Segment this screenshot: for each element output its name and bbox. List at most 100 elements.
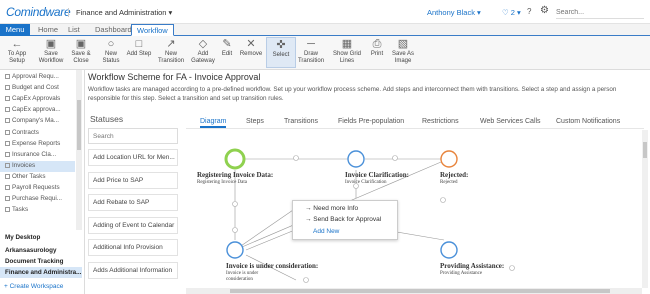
ribbon-button-label: Draw Transition [297, 51, 325, 64]
checkbox-icon[interactable] [5, 196, 10, 202]
diagram-tab-restrictions[interactable]: Restrictions [422, 115, 459, 128]
ribbon-icon: ← [11, 38, 23, 50]
sidebar-item[interactable]: Budget and Cost [0, 83, 75, 94]
user-menu[interactable]: Anthony Black ▾ [427, 8, 481, 17]
popup-add-new-link[interactable]: Add New [313, 228, 339, 235]
ribbon-button-show-grid-lines[interactable]: ▦ Show Grid Lines [332, 37, 362, 64]
gear-icon[interactable]: ⚙ [540, 5, 549, 16]
checkbox-icon[interactable] [5, 151, 10, 157]
tab-workflow[interactable]: Workflow [131, 24, 174, 36]
sidebar-item[interactable]: Insurance Cla... [0, 150, 75, 161]
sidebar-item-label: Expense Reports [12, 139, 61, 147]
ribbon-button-label: Print [370, 51, 384, 57]
diagram-tabs-divider [186, 128, 644, 129]
sidebar-item[interactable]: Contracts [0, 128, 75, 139]
diagram-tab-custom-notifications[interactable]: Custom Notifications [556, 115, 620, 128]
ribbon-icon: ▧ [397, 38, 409, 50]
status-list-item[interactable]: Additional Info Provision [88, 239, 178, 256]
notifications-button[interactable]: ♡ 2 ▾ [502, 8, 521, 17]
checkbox-icon[interactable] [5, 118, 10, 124]
checkbox-icon[interactable] [5, 107, 10, 113]
sidebar-item[interactable]: Expense Reports [0, 139, 75, 150]
workflow-node-start[interactable] [224, 148, 246, 170]
ribbon-button-draw-transition[interactable]: ─ Draw Transition [296, 37, 326, 64]
sidebar-item[interactable]: Company's Ma... [0, 116, 75, 127]
popup-item-send-back[interactable]: → Send Back for Approval [305, 216, 381, 223]
diagram-tab-transitions[interactable]: Transitions [284, 115, 318, 128]
tab-dashboard[interactable]: Dashboard [90, 24, 137, 36]
workflow-node[interactable] [226, 241, 244, 259]
ribbon-button-label: Show Grid Lines [332, 51, 361, 64]
help-icon[interactable]: ? [527, 7, 531, 16]
tab-list[interactable]: List [63, 24, 85, 36]
ribbon-icon: ✜ [276, 39, 286, 51]
popup-item-need-more-info[interactable]: → Need more Info [305, 205, 358, 212]
diagram-tab-steps[interactable]: Steps [246, 115, 264, 128]
tab-menu[interactable]: Menu [0, 24, 30, 36]
workspace-item[interactable]: Document Tracking [0, 256, 82, 267]
checkbox-icon[interactable] [5, 129, 10, 135]
checkbox-icon[interactable] [5, 85, 10, 91]
ribbon-button-new-status[interactable]: ○ New Status [96, 37, 126, 64]
sidebar-item[interactable]: Invoices [0, 160, 75, 172]
ribbon-button-new-transition[interactable]: ↗ New Transition [156, 37, 186, 64]
sidebar-item[interactable]: Payroll Requests [0, 183, 75, 194]
ribbon-icon: □ [135, 38, 143, 50]
workspace-title-dropdown[interactable]: Finance and Administration ▾ [68, 8, 172, 17]
ribbon-icon: ○ [107, 38, 115, 50]
node-sublabel: Rejected [440, 180, 458, 185]
sidebar-item[interactable]: CapEx approva... [0, 105, 75, 116]
sidebar-item-label: Budget and Cost [12, 84, 59, 92]
status-list-item[interactable]: Add Location URL for Men... [88, 149, 178, 166]
ribbon-button-remove[interactable]: ✕ Remove [236, 37, 266, 58]
ribbon-button-to-app-setup[interactable]: ← To App Setup [2, 37, 32, 64]
ribbon-button-select[interactable]: ✜ Select [266, 37, 296, 68]
statuses-title: Statuses [90, 114, 124, 124]
checkbox-icon[interactable] [5, 173, 10, 179]
status-list-item[interactable]: Add Rebate to SAP [88, 194, 178, 211]
sidebar-scroll-thumb[interactable] [77, 100, 81, 150]
workspace-item[interactable]: My Desktop [0, 232, 82, 243]
checkbox-icon[interactable] [5, 74, 10, 79]
sidebar-item[interactable]: CapEx Approvals [0, 94, 75, 105]
sidebar-scrollbar[interactable] [76, 70, 82, 230]
sidebar-item[interactable]: Purchase Requi... [0, 194, 75, 205]
node-sublabel: Invoice is under [226, 271, 259, 276]
status-list-item[interactable]: Add Price to SAP [88, 171, 178, 189]
diagram-tab-fields-pre-population[interactable]: Fields Pre-population [338, 115, 404, 128]
app-logo[interactable]: Comindware [6, 5, 71, 19]
ribbon-button-save-as-image[interactable]: ▧ Save As Image [388, 37, 418, 64]
ribbon-button-label: Save As Image [391, 51, 414, 64]
transition-popup-menu: → Need more Info → Send Back for Approva… [292, 200, 398, 240]
checkbox-icon[interactable] [5, 140, 10, 146]
create-workspace-link[interactable]: + Create Workspace [4, 283, 63, 290]
diagram-tab-diagram[interactable]: Diagram [200, 115, 227, 128]
global-search-input[interactable] [556, 6, 644, 19]
ribbon-button-save-close[interactable]: ▣ Save & Close [66, 37, 96, 64]
ribbon-button-add-step[interactable]: □ Add Step [124, 37, 154, 58]
ribbon-button-label: Remove [239, 51, 263, 57]
canvas-horizontal-scroll-thumb[interactable] [230, 289, 610, 293]
page-title: Workflow Scheme for FA - Invoice Approva… [88, 72, 261, 82]
canvas-vertical-scroll-thumb[interactable] [643, 142, 647, 158]
checkbox-icon[interactable] [5, 207, 10, 213]
workspace-item[interactable]: Finance and Administra... [0, 267, 82, 278]
toolbar-ribbon: ← To App Setup ▣ Save Workflow ▣ Save & Close… [0, 36, 650, 70]
diagram-tab-web-services-calls[interactable]: Web Services Calls [480, 115, 541, 128]
statuses-search-input[interactable] [88, 128, 178, 144]
tab-home[interactable]: Home [33, 24, 63, 36]
status-list-item[interactable]: Adding of Event to Calendar [88, 216, 178, 234]
sidebar-item[interactable]: Approval Requ... [0, 72, 75, 83]
workspace-item[interactable]: Arkansasurology [0, 245, 82, 256]
workflow-node[interactable] [440, 241, 458, 259]
sidebar-item[interactable]: Other Tasks [0, 172, 75, 183]
ribbon-button-save-workflow[interactable]: ▣ Save Workflow [36, 37, 66, 64]
sidebar-item[interactable]: Tasks [0, 205, 75, 216]
workflow-node-end[interactable] [440, 150, 458, 168]
status-list-item[interactable]: Adds Additional Information [88, 261, 178, 279]
checkbox-icon[interactable] [5, 185, 10, 190]
checkbox-icon[interactable] [5, 96, 10, 102]
workflow-node[interactable] [347, 150, 365, 168]
checkbox-icon[interactable] [5, 162, 10, 168]
ribbon-icon: ▦ [341, 38, 353, 50]
